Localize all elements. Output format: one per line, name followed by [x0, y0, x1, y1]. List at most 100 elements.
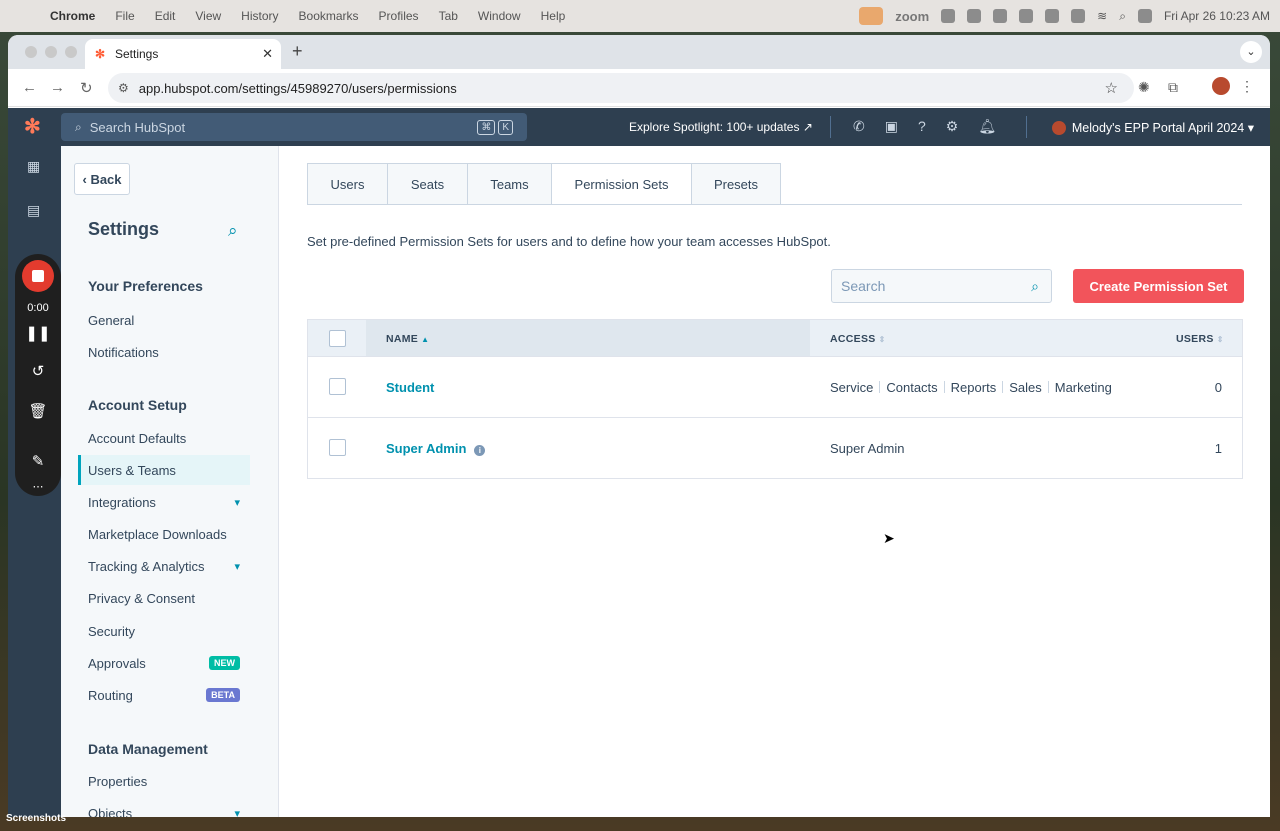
- settings-sidebar: ‹ Back Settings ⌕ Your Preferences Gener…: [61, 146, 279, 817]
- more-icon[interactable]: ⋯: [15, 480, 61, 493]
- menu-bookmarks[interactable]: Bookmarks: [299, 9, 359, 23]
- select-all-checkbox[interactable]: [329, 330, 346, 347]
- menu-view[interactable]: View: [195, 9, 221, 23]
- sidebar-item-approvals[interactable]: Approvals NEW: [78, 648, 250, 678]
- status-icon-3[interactable]: [993, 9, 1008, 23]
- stop-recording-button[interactable]: [22, 260, 54, 292]
- sidebar-item-users-teams[interactable]: Users & Teams: [78, 455, 250, 485]
- browser-tab-settings[interactable]: ✻ Settings ✕: [85, 39, 281, 69]
- sidebar-item-marketplace-downloads[interactable]: Marketplace Downloads: [78, 519, 250, 549]
- sidebar-item-label: Security: [88, 623, 135, 639]
- column-header-access[interactable]: ACCESS ⇕: [830, 333, 886, 345]
- sidebar-item-tracking-analytics[interactable]: Tracking & Analytics ▾: [78, 551, 250, 581]
- sidebar-item-privacy-consent[interactable]: Privacy & Consent: [78, 583, 250, 613]
- back-arrow-icon[interactable]: ←: [22, 79, 37, 96]
- sidebar-item-notifications[interactable]: Notifications: [78, 337, 250, 367]
- status-icon-5[interactable]: [1045, 9, 1060, 23]
- forward-arrow-icon[interactable]: →: [50, 79, 65, 96]
- create-permission-set-button[interactable]: Create Permission Set: [1073, 269, 1244, 303]
- row-checkbox[interactable]: [329, 378, 346, 395]
- site-settings-icon[interactable]: ⚙: [118, 81, 129, 95]
- url-field[interactable]: ⚙ app.hubspot.com/settings/45989270/user…: [108, 73, 1134, 103]
- account-menu[interactable]: Melody's EPP Portal April 2024 ▾: [1051, 120, 1254, 135]
- marketplace-icon[interactable]: ▣: [885, 118, 898, 135]
- nav-divider-2: [1026, 116, 1027, 138]
- column-header-name[interactable]: NAME ▲: [386, 333, 429, 345]
- menu-window[interactable]: Window: [478, 9, 521, 23]
- puzzle-icon[interactable]: ⧉: [1168, 79, 1178, 96]
- menu-tab[interactable]: Tab: [439, 9, 458, 23]
- dashboard-grid-icon[interactable]: ▦: [27, 158, 40, 175]
- explore-spotlight-link[interactable]: Explore Spotlight: 100+ updates ↗: [629, 120, 813, 134]
- sidebar-item-properties[interactable]: Properties: [78, 766, 250, 796]
- wifi-icon[interactable]: ≋: [1097, 9, 1107, 23]
- sidebar-item-label: Integrations: [88, 494, 156, 510]
- sidebar-item-general[interactable]: General: [78, 305, 250, 335]
- close-window-button[interactable]: [25, 46, 37, 58]
- tab-teams[interactable]: Teams: [467, 163, 551, 205]
- tab-users[interactable]: Users: [307, 163, 387, 205]
- status-icon-4[interactable]: [1019, 9, 1034, 23]
- browser-menu-icon[interactable]: ⋮: [1240, 78, 1254, 95]
- control-center-icon[interactable]: [1137, 9, 1152, 23]
- chevron-down-icon[interactable]: ▾: [234, 560, 240, 573]
- menu-file[interactable]: File: [115, 9, 134, 23]
- chevron-down-icon[interactable]: ▾: [234, 807, 240, 818]
- notifications-bell-icon[interactable]: 🔔︎: [978, 118, 996, 135]
- menu-clock[interactable]: Fri Apr 26 10:23 AM: [1164, 9, 1270, 23]
- tab-seats[interactable]: Seats: [387, 163, 467, 205]
- hubspot-logo-icon[interactable]: ✻: [24, 116, 46, 138]
- sidebar-item-routing[interactable]: Routing BETA: [78, 680, 250, 710]
- menu-app-chrome[interactable]: Chrome: [50, 9, 95, 23]
- tab-presets[interactable]: Presets: [691, 163, 781, 205]
- status-icon-2[interactable]: [967, 9, 982, 23]
- caret-down-icon: ▾: [1244, 121, 1254, 135]
- sidebar-item-account-defaults[interactable]: Account Defaults: [78, 423, 250, 453]
- extension-icon[interactable]: ✺: [1138, 79, 1150, 96]
- new-tab-icon[interactable]: +: [292, 41, 303, 62]
- bookmark-star-icon[interactable]: ☆: [1105, 79, 1118, 97]
- menu-history[interactable]: History: [241, 9, 278, 23]
- tab-permission-sets[interactable]: Permission Sets: [551, 163, 691, 205]
- minimize-window-button[interactable]: [45, 46, 57, 58]
- restart-icon[interactable]: ↺: [15, 362, 61, 380]
- sidebar-item-security[interactable]: Security: [78, 616, 250, 646]
- section-account-setup: Account Setup: [88, 397, 187, 413]
- close-tab-icon[interactable]: ✕: [262, 46, 273, 62]
- sidebar-item-integrations[interactable]: Integrations ▾: [78, 487, 250, 517]
- permission-search-input[interactable]: Search ⌕: [831, 269, 1052, 303]
- kbd-k: K: [498, 119, 513, 135]
- zoom-status-label[interactable]: zoom: [895, 9, 929, 24]
- trash-icon[interactable]: 🗑︎: [15, 402, 61, 420]
- reload-icon[interactable]: ↻: [80, 79, 93, 97]
- contacts-icon[interactable]: ▤: [27, 202, 40, 219]
- apple-icon[interactable]: [16, 8, 32, 24]
- row-checkbox[interactable]: [329, 439, 346, 456]
- status-icon-1[interactable]: [941, 9, 956, 23]
- phone-icon[interactable]: ✆: [853, 118, 865, 135]
- tab-search-chevron-icon[interactable]: ⌄: [1240, 41, 1262, 63]
- menu-help[interactable]: Help: [541, 9, 566, 23]
- info-icon[interactable]: i: [474, 445, 486, 456]
- pencil-icon[interactable]: ✎: [15, 452, 61, 470]
- permission-set-name-link[interactable]: Student: [386, 380, 434, 395]
- sidebar-item-label: Approvals: [88, 655, 146, 671]
- sidebar-item-label: Account Defaults: [88, 430, 187, 446]
- column-header-users[interactable]: USERS ⇕: [1176, 333, 1224, 345]
- menu-profiles[interactable]: Profiles: [379, 9, 419, 23]
- microphone-icon[interactable]: [859, 7, 884, 25]
- sidebar-item-objects[interactable]: Objects ▾: [78, 798, 250, 818]
- spotlight-search-icon[interactable]: ⌕: [1119, 9, 1126, 24]
- permission-set-name-link[interactable]: Super Admin: [386, 441, 466, 456]
- battery-icon[interactable]: [1071, 9, 1086, 23]
- menu-edit[interactable]: Edit: [155, 9, 176, 23]
- chevron-down-icon[interactable]: ▾: [234, 496, 240, 509]
- pause-icon[interactable]: ❚❚: [15, 324, 61, 342]
- maximize-window-button[interactable]: [65, 46, 77, 58]
- help-icon[interactable]: ?: [918, 118, 926, 135]
- global-search-input[interactable]: ⌕ Search HubSpot ⌘ K: [61, 113, 527, 141]
- back-button[interactable]: ‹ Back: [74, 163, 130, 195]
- settings-search-icon[interactable]: ⌕: [228, 221, 238, 241]
- settings-gear-icon[interactable]: ⚙: [946, 118, 959, 135]
- profile-avatar[interactable]: [1212, 77, 1230, 95]
